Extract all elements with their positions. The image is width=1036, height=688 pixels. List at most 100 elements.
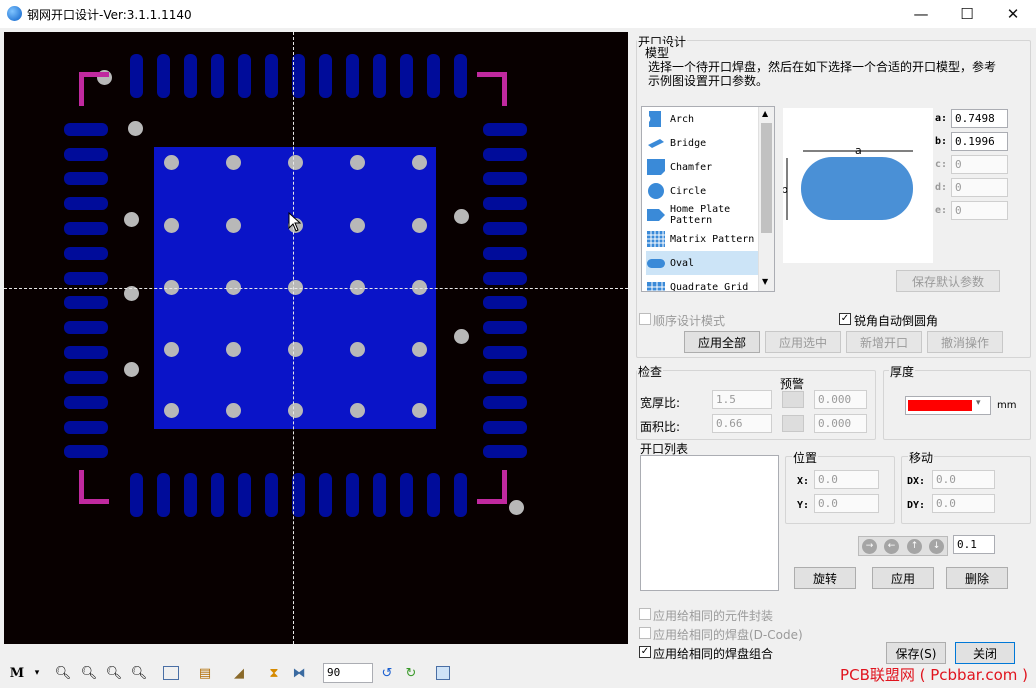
- zoom-in-icon[interactable]: 🔍︎: [80, 664, 98, 682]
- model-item-chamfer[interactable]: Chamfer: [646, 155, 758, 179]
- via-hole[interactable]: [164, 403, 179, 418]
- same-pad-checkbox[interactable]: [639, 627, 651, 639]
- pad-left[interactable]: [64, 148, 108, 161]
- pad-top[interactable]: [346, 54, 359, 98]
- via-hole[interactable]: [288, 155, 303, 170]
- pad-left[interactable]: [64, 421, 108, 434]
- sequential-mode-checkbox[interactable]: [639, 313, 651, 325]
- pad-top[interactable]: [427, 54, 440, 98]
- pad-bottom[interactable]: [346, 473, 359, 517]
- via-hole[interactable]: [226, 342, 241, 357]
- save-default-button[interactable]: 保存默认参数: [896, 270, 1000, 292]
- move-down-icon[interactable]: ↓: [929, 539, 944, 554]
- pad-top[interactable]: [157, 54, 170, 98]
- pad-top[interactable]: [130, 54, 143, 98]
- layer-icon[interactable]: ▤: [196, 664, 214, 682]
- pad-left[interactable]: [64, 296, 108, 309]
- pad-right[interactable]: [483, 197, 527, 210]
- dx-input[interactable]: 0.0: [932, 470, 995, 489]
- zoom-fit-icon[interactable]: 🔍︎: [130, 664, 148, 682]
- pad-bottom[interactable]: [130, 473, 143, 517]
- mirror-vertical-icon[interactable]: ⧓: [290, 664, 308, 682]
- apply-selected-button[interactable]: 应用选中: [765, 331, 841, 353]
- apply-all-button[interactable]: 应用全部: [684, 331, 760, 353]
- maximize-button[interactable]: ☐: [944, 0, 990, 28]
- save-button[interactable]: 保存(S): [886, 642, 946, 664]
- pad-left[interactable]: [64, 396, 108, 409]
- via-hole[interactable]: [164, 155, 179, 170]
- move-up-icon[interactable]: ↑: [907, 539, 922, 554]
- via-hole[interactable]: [226, 155, 241, 170]
- menu-m-icon[interactable]: M: [8, 664, 26, 682]
- pad-top[interactable]: [211, 54, 224, 98]
- pad-left[interactable]: [64, 445, 108, 458]
- pad-right[interactable]: [483, 371, 527, 384]
- pad-right[interactable]: [483, 123, 527, 136]
- model-item-arch[interactable]: Arch: [646, 107, 758, 131]
- pcb-canvas[interactable]: [4, 32, 628, 644]
- pad-bottom[interactable]: [184, 473, 197, 517]
- via-hole[interactable]: [412, 342, 427, 357]
- x-input[interactable]: 0.0: [814, 470, 879, 489]
- param-input-2[interactable]: 0: [951, 155, 1008, 174]
- pad-left[interactable]: [64, 222, 108, 235]
- scroll-up-icon[interactable]: ▲: [762, 109, 768, 118]
- pad-right[interactable]: [483, 321, 527, 334]
- thickness-select[interactable]: ▾: [905, 396, 991, 415]
- rotate-button[interactable]: 旋转: [794, 567, 856, 589]
- pad-bottom[interactable]: [238, 473, 251, 517]
- pad-top[interactable]: [454, 54, 467, 98]
- pad-top[interactable]: [400, 54, 413, 98]
- model-item-matrix[interactable]: Matrix Pattern: [646, 227, 758, 251]
- via-hole[interactable]: [454, 329, 469, 344]
- scroll-down-icon[interactable]: ▼: [762, 277, 768, 286]
- rotation-input[interactable]: 90: [323, 663, 373, 683]
- via-hole[interactable]: [164, 342, 179, 357]
- rotate-ccw-icon[interactable]: ↺: [378, 664, 396, 682]
- via-hole[interactable]: [288, 342, 303, 357]
- pad-left[interactable]: [64, 346, 108, 359]
- via-hole[interactable]: [288, 403, 303, 418]
- model-item-home-plate[interactable]: Home Plate Pattern: [646, 203, 758, 227]
- pad-bottom[interactable]: [319, 473, 332, 517]
- pad-left[interactable]: [64, 371, 108, 384]
- pad-right[interactable]: [483, 272, 527, 285]
- via-hole[interactable]: [412, 403, 427, 418]
- auto-round-checkbox[interactable]: ✓: [839, 313, 851, 325]
- pad-left[interactable]: [64, 197, 108, 210]
- check-warn-1[interactable]: 0.000: [814, 414, 867, 433]
- pad-bottom[interactable]: [427, 473, 440, 517]
- undo-button[interactable]: 撤消操作: [927, 331, 1003, 353]
- param-input-0[interactable]: 0.7498: [951, 109, 1008, 128]
- pad-bottom[interactable]: [157, 473, 170, 517]
- move-right-icon[interactable]: →: [862, 539, 877, 554]
- scroll-thumb[interactable]: [761, 123, 772, 233]
- via-hole[interactable]: [454, 209, 469, 224]
- rotate-cw-icon[interactable]: ↻: [402, 664, 420, 682]
- close-button[interactable]: 关闭: [955, 642, 1015, 664]
- y-input[interactable]: 0.0: [814, 494, 879, 513]
- pad-right[interactable]: [483, 421, 527, 434]
- pad-right[interactable]: [483, 346, 527, 359]
- via-hole[interactable]: [412, 155, 427, 170]
- same-package-checkbox[interactable]: [639, 608, 651, 620]
- via-hole[interactable]: [124, 362, 139, 377]
- via-hole[interactable]: [164, 218, 179, 233]
- pad-left[interactable]: [64, 172, 108, 185]
- via-hole[interactable]: [226, 218, 241, 233]
- pad-top[interactable]: [265, 54, 278, 98]
- model-item-bridge[interactable]: Bridge: [646, 131, 758, 155]
- zoom-icon[interactable]: 🔍︎: [54, 664, 72, 682]
- via-hole[interactable]: [412, 218, 427, 233]
- model-list[interactable]: Arch Bridge Chamfer Circle Home Plate Pa…: [641, 106, 775, 292]
- pad-bottom[interactable]: [211, 473, 224, 517]
- pad-right[interactable]: [483, 247, 527, 260]
- pad-bottom[interactable]: [454, 473, 467, 517]
- panel-toggle-icon[interactable]: [436, 666, 450, 680]
- via-hole[interactable]: [350, 155, 365, 170]
- pad-left[interactable]: [64, 272, 108, 285]
- via-hole[interactable]: [226, 403, 241, 418]
- pad-bottom[interactable]: [400, 473, 413, 517]
- via-hole[interactable]: [124, 212, 139, 227]
- zoom-out-icon[interactable]: 🔍︎: [105, 664, 123, 682]
